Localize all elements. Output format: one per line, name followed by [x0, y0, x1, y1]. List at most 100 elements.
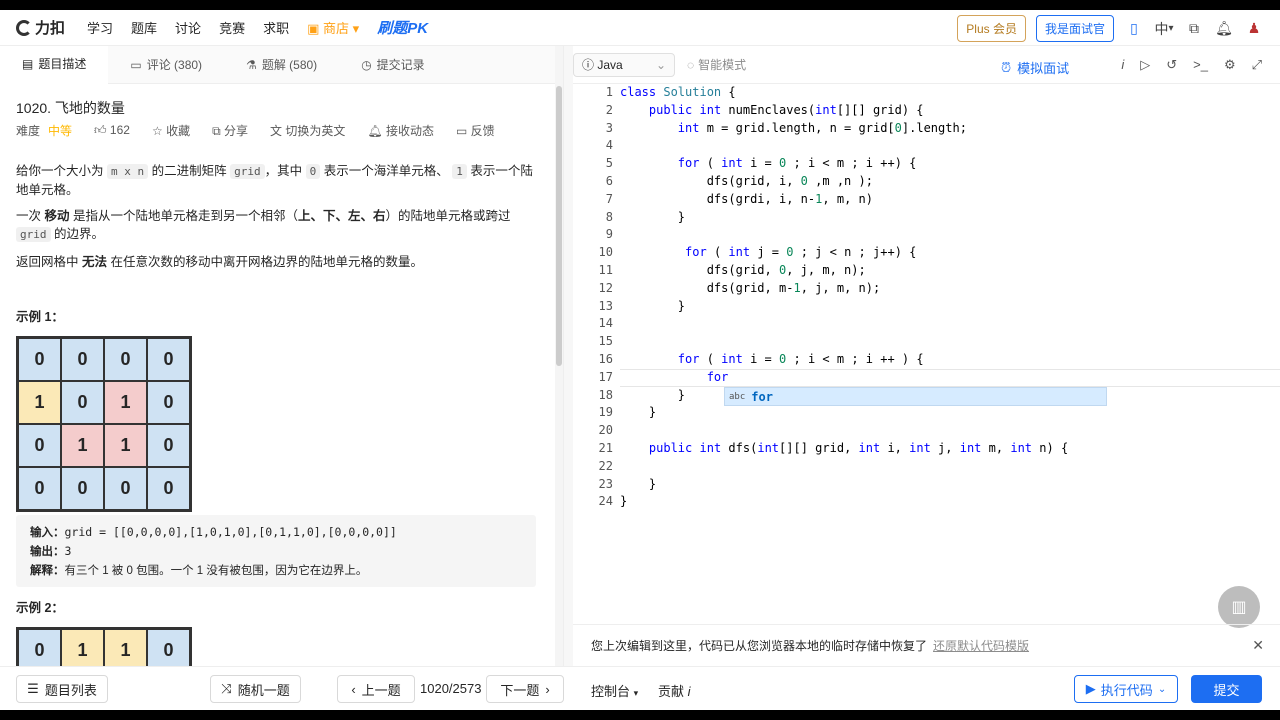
code-line[interactable]: }	[620, 476, 1068, 494]
scrollbar-thumb[interactable]	[556, 86, 562, 366]
code-token: (	[728, 262, 736, 277]
nav-pk[interactable]: 刷题PK	[377, 17, 428, 38]
subscribe-button[interactable]: 🔔︎ 接收动态	[367, 122, 434, 139]
code-line[interactable]	[620, 137, 1068, 155]
code-token: int	[721, 156, 743, 171]
reset-icon[interactable]: ↺	[1166, 57, 1177, 73]
next-problem-button[interactable]: 下一题 ›	[486, 675, 564, 703]
code-line[interactable]	[620, 333, 1068, 351]
code-line[interactable]: }	[620, 493, 1068, 511]
info-italic-icon[interactable]: i	[1121, 57, 1124, 73]
grid-cell: 0	[147, 381, 190, 424]
code-token: grid	[735, 280, 765, 295]
console-toggle[interactable]: 控制台 ▾	[591, 681, 638, 700]
inline-code: 1	[452, 164, 467, 179]
chevron-down-icon: ▾	[1168, 23, 1174, 34]
plus-member-button[interactable]: Plus 会员	[957, 15, 1026, 42]
notification-bell-icon[interactable]: 🔔︎	[1214, 19, 1234, 39]
nav-problemset[interactable]: 题库	[131, 18, 157, 37]
code-line[interactable]: public int numEnclaves(int[][] grid) {	[620, 102, 1068, 120]
settings-gear-icon[interactable]: ⚙	[1224, 57, 1236, 73]
difficulty-label: 难度	[16, 124, 41, 138]
text: 的二进制矩阵	[151, 164, 227, 178]
code-line[interactable]: for ( int i = 0 ; i < m ; i ++) {	[620, 155, 1068, 173]
tab-description[interactable]: ▤ 题目描述	[0, 46, 109, 84]
problem-tabs: ▤ 题目描述 ▭ 评论 (380) ⚗ 题解 (580) ◷ 提交记录	[0, 46, 555, 84]
mobile-icon[interactable]: ▯	[1124, 19, 1144, 39]
avatar[interactable]: ♟	[1244, 19, 1264, 39]
code-line[interactable]: dfs(grdi, i, n-1, m, n)	[620, 191, 1068, 209]
grid-cell: 0	[61, 338, 104, 381]
run-code-label: 执行代码	[1100, 682, 1153, 698]
tab-comments[interactable]: ▭ 评论 (380)	[108, 46, 224, 84]
code-line[interactable]: }	[620, 209, 1068, 227]
restore-default-link[interactable]: 还原默认代码模版	[933, 637, 1029, 654]
close-icon[interactable]: ✕	[1252, 637, 1264, 654]
code-line[interactable]: public int dfs(int[][] grid, int i, int …	[620, 440, 1068, 458]
left-scrollbar[interactable]	[555, 46, 563, 666]
problem-list-button[interactable]: ☰ 题目列表	[16, 675, 108, 703]
code-line[interactable]: }	[620, 404, 1068, 422]
nav-learn[interactable]: 学习	[87, 18, 113, 37]
run-code-button[interactable]: ▶ 执行代码 ⌄	[1074, 675, 1178, 703]
code-token: <	[815, 156, 837, 171]
floating-notes-button[interactable]: ▥	[1218, 586, 1260, 628]
code-editor[interactable]: 1 2 3 4 5 6 7 8 9 10 11 12 13 14 15 16 1…	[573, 84, 1280, 624]
tab-submissions[interactable]: ◷ 提交记录	[339, 46, 447, 84]
nav-contest[interactable]: 竞赛	[219, 18, 245, 37]
code-token: ;	[786, 156, 808, 171]
smart-mode-toggle[interactable]: ◌ 智能模式	[687, 56, 746, 73]
code-token: int	[699, 440, 722, 455]
code-lines[interactable]: class Solution { public int numEnclaves(…	[620, 84, 1068, 511]
switch-english-button[interactable]: 文 切换为英文	[270, 122, 345, 139]
code-line[interactable]	[620, 315, 1068, 333]
line-number: 19	[598, 405, 613, 420]
submit-button[interactable]: 提交	[1191, 675, 1262, 703]
prev-problem-button[interactable]: ‹ 上一题	[337, 675, 415, 703]
smart-mode-label: 智能模式	[698, 58, 747, 72]
bold-text: 无法	[82, 255, 108, 269]
code-token: ,	[995, 440, 1011, 455]
code-line[interactable]	[620, 422, 1068, 440]
code-line[interactable]: class Solution {	[620, 84, 1068, 102]
contribute-button[interactable]: 贡献 i	[658, 681, 691, 700]
code-line[interactable]	[620, 226, 1068, 244]
favorite-button[interactable]: ☆ 收藏	[152, 122, 190, 139]
tab-solutions[interactable]: ⚗ 题解 (580)	[224, 46, 339, 84]
random-label: 随机一题	[237, 682, 290, 698]
code-line[interactable]: dfs(grid, m-1, j, m, n);	[620, 280, 1068, 298]
share-screen-icon[interactable]: ⧉	[1184, 19, 1204, 39]
nav-discuss[interactable]: 讨论	[175, 18, 201, 37]
code-line[interactable]: for ( int i = 0 ; i < m ; i ++ ) {	[620, 351, 1068, 369]
code-line[interactable]: }	[620, 298, 1068, 316]
interviewer-button[interactable]: 我是面试官	[1035, 15, 1114, 42]
example-2-title: 示例 2：	[16, 601, 64, 615]
code-token: int	[815, 102, 837, 117]
code-line[interactable]: dfs(grid, 0, j, m, n);	[620, 262, 1068, 280]
code-line[interactable]: for ( int j = 0 ; j < n ; j++) {	[620, 244, 1068, 262]
code-line[interactable]: dfs(grid, i, 0 ,m ,n );	[620, 173, 1068, 191]
code-token: }	[620, 476, 657, 491]
feedback-button[interactable]: ▭ 反馈	[456, 122, 495, 139]
mock-interview-button[interactable]: ⏰︎ 模拟面试	[1001, 58, 1069, 77]
leetcode-logo[interactable]: 力扣	[16, 17, 65, 38]
language-select[interactable]: ⓘ Java ⌄	[573, 52, 675, 77]
share-button[interactable]: ⧉ 分享	[212, 122, 248, 139]
text: 给你一个大小为	[16, 164, 104, 178]
terminal-icon[interactable]: >_	[1193, 57, 1208, 73]
fullscreen-icon[interactable]: ⤢	[1252, 57, 1262, 73]
code-line[interactable]	[620, 458, 1068, 476]
code-token: ,	[829, 262, 845, 277]
autocomplete-suggestion[interactable]: abc for	[724, 387, 1107, 406]
nav-store[interactable]: ▣ 商店 ▾	[307, 18, 359, 37]
tab-solutions-label: 题解 (580)	[261, 58, 318, 72]
code-token: n	[858, 280, 866, 295]
play-icon[interactable]: ▷	[1140, 57, 1150, 73]
nav-jobs[interactable]: 求职	[263, 18, 289, 37]
random-problem-button[interactable]: ⤨ 随机一题	[210, 675, 301, 703]
like-button[interactable]: 👍︎ 162	[94, 123, 130, 138]
pane-resizer[interactable]	[563, 46, 573, 666]
code-line[interactable]: for	[620, 369, 1068, 387]
code-line[interactable]: int m = grid.length, n = grid[0].length;	[620, 120, 1068, 138]
language-toggle[interactable]: 中 ▾	[1154, 19, 1174, 39]
